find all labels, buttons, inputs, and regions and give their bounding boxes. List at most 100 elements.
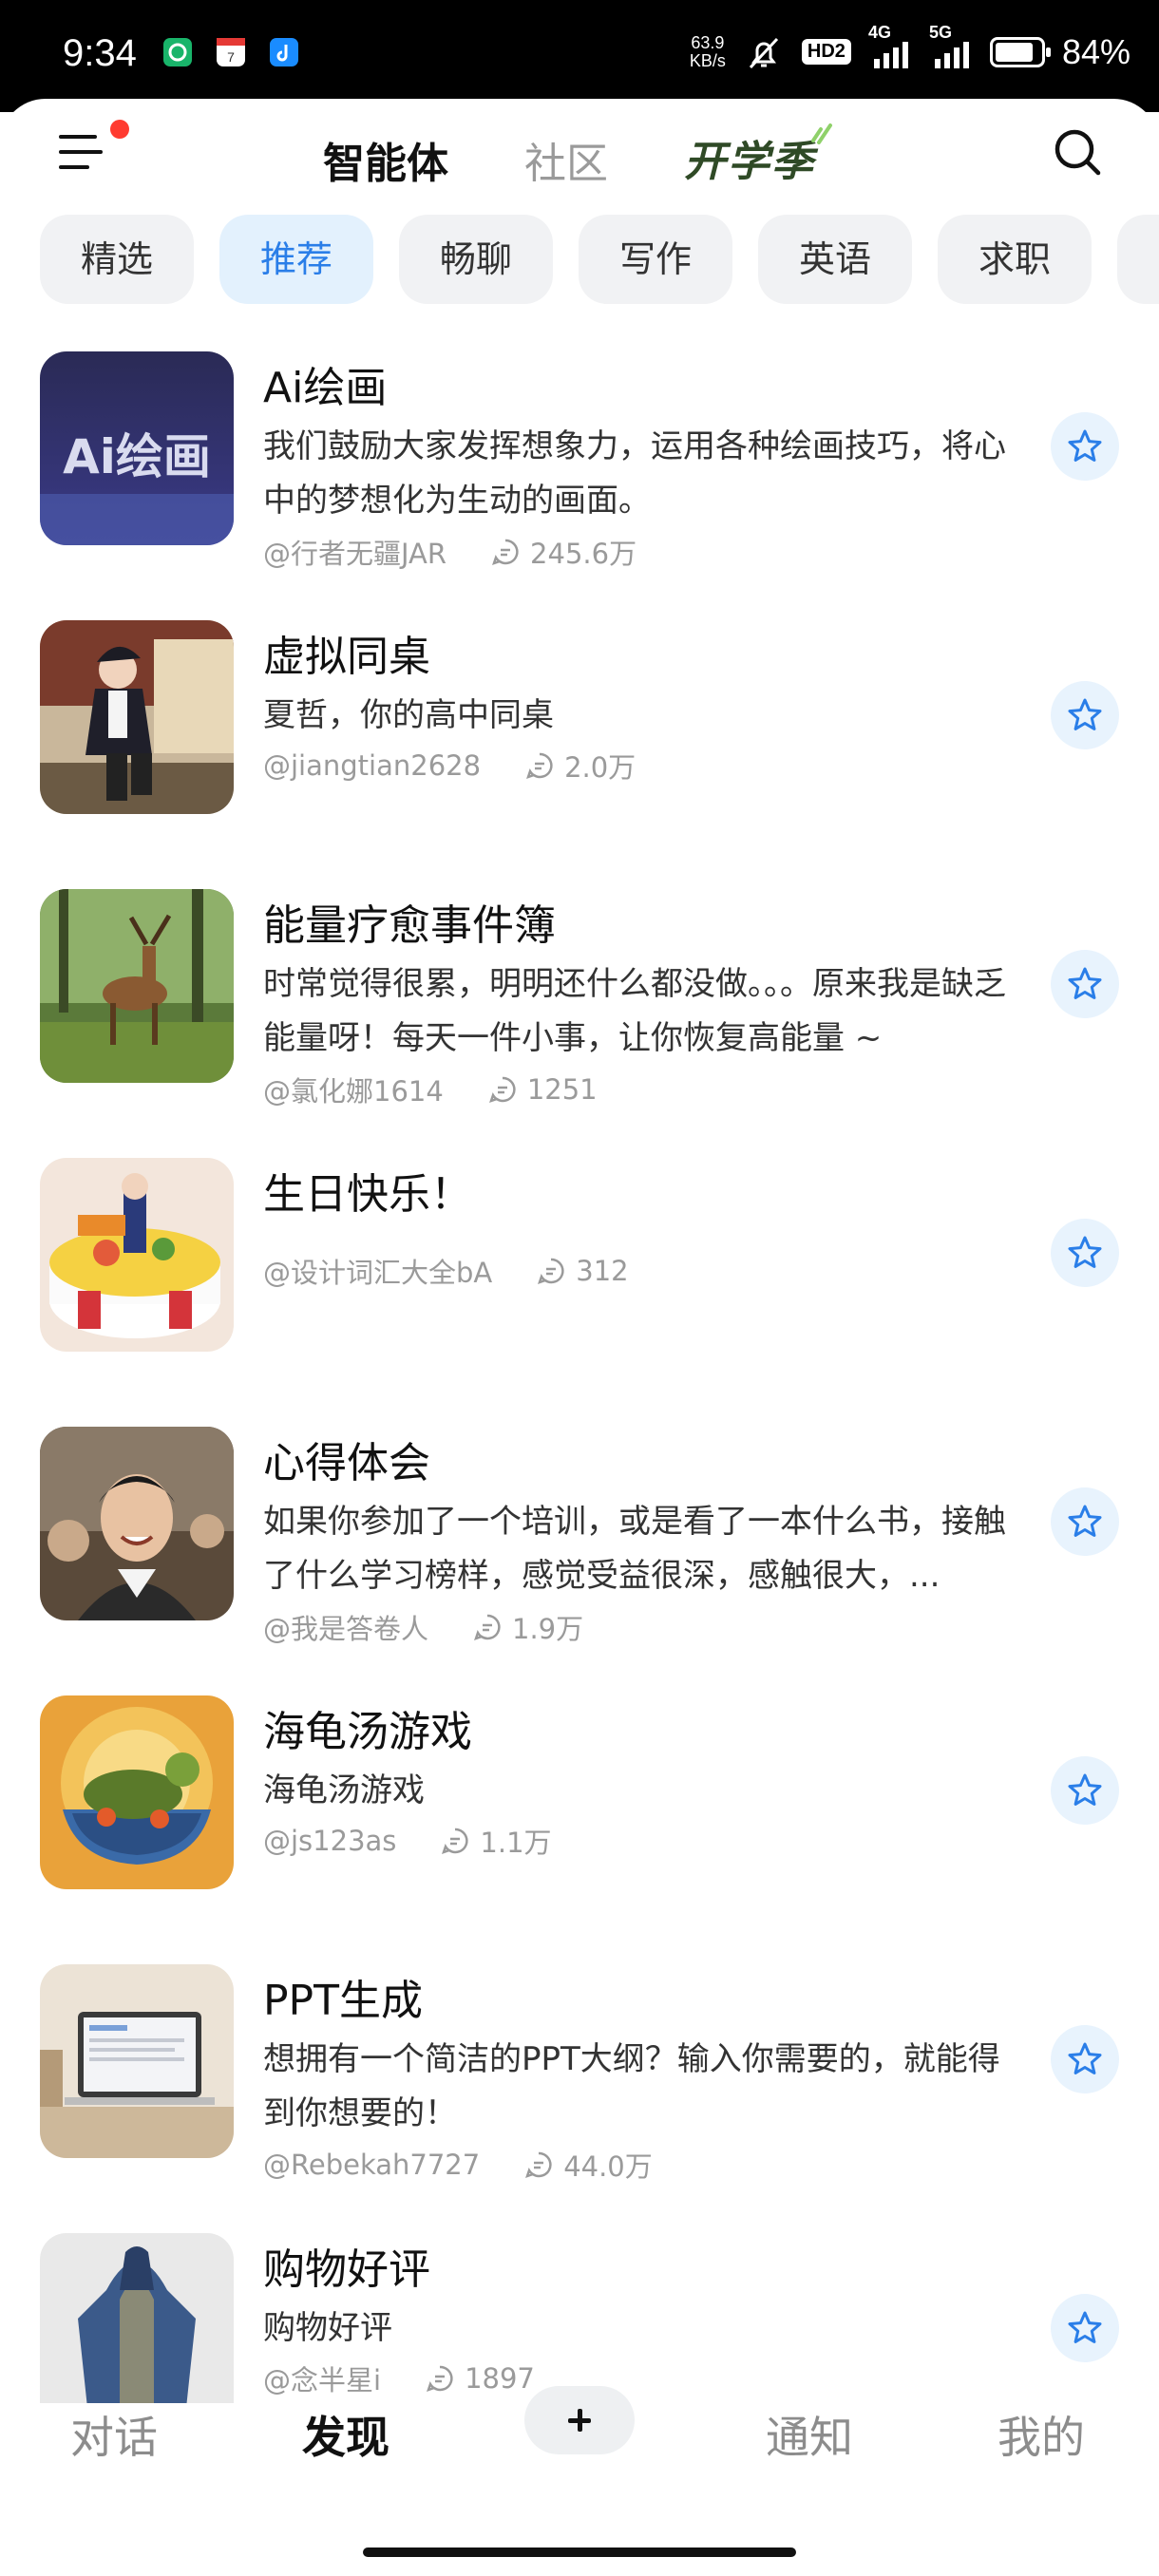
network-4g: 4G [868, 23, 912, 73]
favorite-button[interactable] [1051, 2294, 1119, 2362]
agent-author: @行者无疆JAR [263, 538, 447, 570]
tab-agents[interactable]: 智能体 [323, 129, 448, 190]
agent-author: @设计词汇大全bA [263, 1257, 493, 1289]
list-item[interactable]: 心得体会 如果你参加了一个培训，或是看了一本什么书，接触了什么学习榜样，感觉受益… [0, 1408, 1159, 1676]
comment-icon [525, 2151, 552, 2178]
sparkle-icon [811, 123, 832, 144]
chip-recommended[interactable]: 推荐 [219, 215, 373, 304]
agent-author: @念半星i [263, 2364, 382, 2396]
comment-icon [427, 2365, 453, 2392]
agent-thumbnail [40, 620, 234, 814]
agent-author: @js123as [263, 1825, 397, 1857]
agent-description: 购物好评 [263, 2309, 392, 2347]
agent-title: PPT生成 [263, 1977, 423, 2025]
status-bar: 9:34 7 63.9 KB/s HD2 4G 5G 84% [0, 0, 1159, 112]
battery-percent: 84% [1061, 31, 1130, 71]
nav-profile[interactable]: 我的 [998, 2403, 1085, 2466]
favorite-button[interactable] [1051, 1756, 1119, 1825]
agent-meta: @氯化娜1614 1251 [263, 1070, 598, 1109]
agent-title: 购物好评 [263, 2245, 430, 2294]
status-time: 9:34 [63, 32, 137, 74]
agent-description: 我们鼓励大家发挥想象力，运用各种绘画技巧，将心中的梦想化为生动的画面。 [263, 427, 1006, 520]
agent-meta: @我是答卷人 1.9万 [263, 1607, 583, 1647]
agent-description: 海龟汤游戏 [263, 1771, 425, 1809]
svg-text:7: 7 [227, 49, 235, 65]
favorite-button[interactable] [1051, 1487, 1119, 1556]
chip-job[interactable]: 求职 [938, 215, 1092, 304]
agent-author: @jiangtian2628 [263, 749, 482, 782]
signal-bars-icon [873, 40, 908, 68]
status-right: 63.9 KB/s HD2 4G 5G 84% [689, 23, 1130, 73]
agent-thumbnail [40, 1964, 234, 2158]
list-item[interactable]: Ai绘画 Ai绘画 我们鼓励大家发挥想象力，运用各种绘画技巧，将心中的梦想化为生… [0, 332, 1159, 601]
category-chips: 精选 推荐 畅聊 写作 英语 求职 [40, 215, 1159, 310]
chip-featured[interactable]: 精选 [40, 215, 194, 304]
agent-thumbnail [40, 2233, 234, 2408]
chip-writing[interactable]: 写作 [579, 215, 732, 304]
chat-count: 1.1万 [480, 1827, 552, 1859]
agent-title: 虚拟同桌 [263, 633, 430, 681]
agent-title: 心得体会 [263, 1439, 430, 1487]
green-app-icon [163, 38, 192, 66]
favorite-button[interactable] [1051, 681, 1119, 749]
comment-icon [488, 1076, 516, 1103]
list-item[interactable]: 海龟汤游戏 海龟汤游戏 @js123as 1.1万 [0, 1676, 1159, 1945]
list-item[interactable]: 能量疗愈事件簿 时常觉得很累，明明还什么都没做。。。原来我是缺乏能量呀！每天一件… [0, 870, 1159, 1139]
list-item[interactable]: 生日快乐！ @设计词汇大全bA 312 [0, 1139, 1159, 1408]
agent-meta: @js123as 1.1万 [263, 1821, 552, 1861]
chat-count: 312 [576, 1255, 629, 1287]
comment-icon [526, 752, 553, 779]
nav-chat[interactable]: 对话 [70, 2403, 158, 2466]
favorite-button[interactable] [1051, 950, 1119, 1018]
agent-description: 如果你参加了一个培训，或是看了一本什么书，接触了什么学习榜样，感觉受益很深，感触… [263, 1503, 1006, 1595]
net-speed: 63.9 KB/s [689, 32, 726, 70]
agent-thumbnail: Ai绘画 [40, 351, 234, 545]
chip-more[interactable] [1117, 215, 1159, 304]
star-icon [1068, 967, 1102, 999]
agent-author: @氯化娜1614 [263, 1075, 444, 1108]
home-indicator [363, 2548, 796, 2557]
tab-back-to-school[interactable]: 开学季 [684, 127, 815, 188]
hamburger-menu-icon[interactable] [59, 131, 104, 173]
chat-count: 44.0万 [563, 2150, 653, 2183]
calendar-app-icon: 7 [217, 38, 245, 66]
star-icon [1068, 2042, 1102, 2074]
favorite-button[interactable] [1051, 1219, 1119, 1287]
muted-bell-icon [749, 37, 779, 68]
list-item[interactable]: 虚拟同桌 夏哲，你的高中同桌 @jiangtian2628 2.0万 [0, 601, 1159, 870]
favorite-button[interactable] [1051, 412, 1119, 481]
comment-icon [492, 539, 519, 565]
star-icon [1068, 1505, 1102, 1537]
chat-count: 1.9万 [512, 1613, 584, 1645]
comment-icon [538, 1258, 564, 1284]
favorite-button[interactable] [1051, 2025, 1119, 2093]
comment-icon [442, 1828, 469, 1854]
network-5g: 5G [929, 23, 973, 73]
plus-icon[interactable] [524, 2386, 635, 2454]
agent-meta: @行者无疆JAR 245.6万 [263, 532, 636, 572]
svg-text:Ai绘画: Ai绘画 [63, 429, 211, 484]
chip-chat[interactable]: 畅聊 [399, 215, 553, 304]
agent-author: @我是答卷人 [263, 1613, 429, 1645]
top-nav: 智能体 社区 开学季 [0, 99, 1159, 213]
list-item[interactable]: PPT生成 想拥有一个简洁的PPT大纲？输入你需要的，就能得到你想要的！ @Re… [0, 1945, 1159, 2214]
star-icon [1068, 1773, 1102, 1806]
battery-icon [989, 36, 1051, 67]
chat-count: 2.0万 [564, 751, 636, 784]
nav-discover[interactable]: 发现 [302, 2403, 390, 2466]
main-sheet: 智能体 社区 开学季 精选推荐畅聊写作英语求职 Ai绘画 Ai绘画 我 [0, 99, 1159, 2576]
search-icon[interactable] [1051, 125, 1104, 179]
comment-icon [474, 1614, 501, 1640]
agent-list: Ai绘画 Ai绘画 我们鼓励大家发挥想象力，运用各种绘画技巧，将心中的梦想化为生… [0, 332, 1159, 2483]
agent-meta: @Rebekah7727 44.0万 [263, 2145, 653, 2185]
chip-english[interactable]: 英语 [758, 215, 912, 304]
agent-thumbnail [40, 1695, 234, 1889]
agent-meta: @设计词汇大全bA 312 [263, 1251, 629, 1291]
star-icon [1068, 1236, 1102, 1268]
agent-description: 时常觉得很累，明明还什么都没做。。。原来我是缺乏能量呀！每天一件小事，让你恢复高… [263, 965, 1006, 1057]
agent-meta: @念半星i 1897 [263, 2358, 535, 2398]
nav-notifications[interactable]: 通知 [766, 2403, 853, 2466]
tab-community[interactable]: 社区 [524, 129, 608, 190]
agent-title: 能量疗愈事件簿 [263, 901, 556, 950]
agent-title: Ai绘画 [263, 364, 388, 412]
